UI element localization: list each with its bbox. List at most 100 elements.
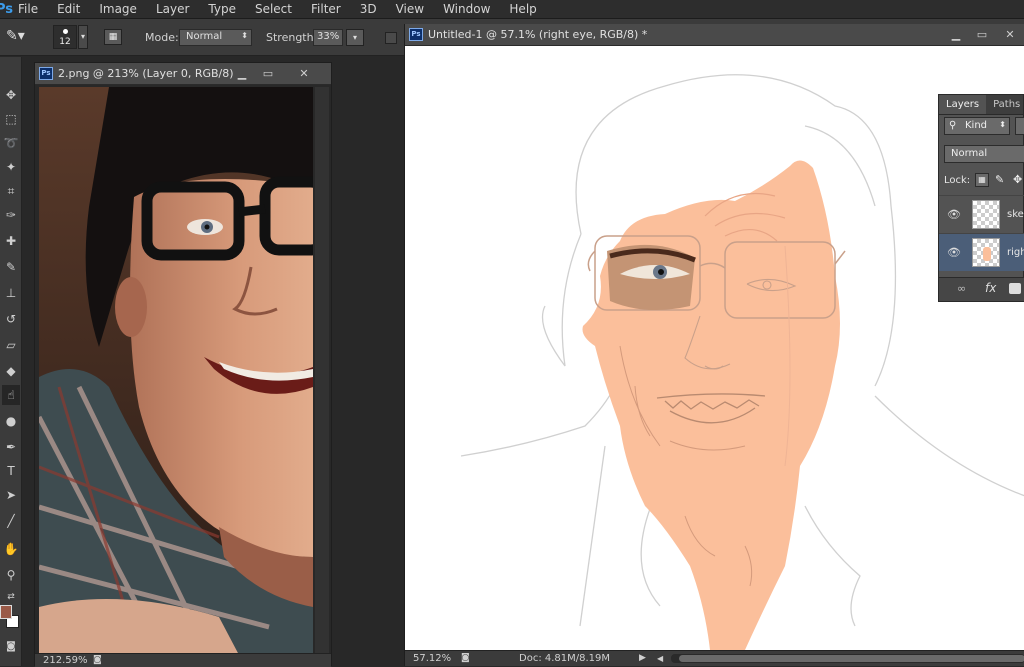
crop-tool-icon[interactable]: ⌗	[2, 181, 20, 201]
left-zoom-level[interactable]: 212.59%	[43, 654, 88, 667]
marquee-tool-icon[interactable]: ⬚	[2, 109, 20, 129]
layer-row-right-eye[interactable]: 👁 righ	[939, 233, 1024, 271]
menu-select[interactable]: Select	[255, 2, 292, 16]
eyedropper-tool-icon[interactable]: ✑	[2, 205, 20, 225]
smudge-tool-icon[interactable]: ✎▾	[6, 28, 32, 46]
ps-file-icon: Ps	[409, 28, 423, 41]
left-document-title: 2.png @ 213% (Layer 0, RGB/8)	[58, 67, 234, 80]
horizontal-scrollbar[interactable]	[671, 654, 1024, 663]
quick-mask-icon[interactable]: ◙	[2, 637, 20, 657]
menu-bar: Ps File Edit Image Layer Type Select Fil…	[0, 0, 1024, 19]
strength-input[interactable]: 33%	[313, 29, 343, 46]
clone-stamp-tool-icon[interactable]: ⊥	[2, 283, 20, 303]
brush-tool-icon[interactable]: ✎	[2, 257, 20, 277]
layers-panel-tabs: Layers Paths	[939, 95, 1023, 115]
menu-file[interactable]: File	[18, 2, 38, 16]
maximize-button[interactable]: ▭	[255, 63, 281, 85]
reference-photo-image	[39, 87, 313, 655]
lock-position-icon[interactable]: ✥	[1013, 173, 1022, 186]
link-layers-icon[interactable]: ∞	[957, 282, 966, 295]
mode-select[interactable]: Normal ⬍	[179, 29, 252, 46]
menu-layer[interactable]: Layer	[156, 2, 189, 16]
status-info-icon[interactable]: ◙	[461, 652, 470, 665]
layers-footer: ∞ fx	[939, 277, 1024, 301]
brush-preset-picker[interactable]: 12	[53, 25, 77, 49]
tab-paths[interactable]: Paths	[986, 95, 1024, 114]
mode-label: Mode:	[145, 31, 179, 44]
right-document-title: Untitled-1 @ 57.1% (right eye, RGB/8) *	[428, 28, 648, 41]
healing-brush-tool-icon[interactable]: ✚	[2, 231, 20, 251]
brush-preset-arrow[interactable]: ▾	[78, 25, 88, 49]
right-document-titlebar[interactable]: Ps Untitled-1 @ 57.1% (right eye, RGB/8)…	[405, 24, 1024, 46]
sample-all-layers-checkbox[interactable]	[385, 32, 397, 44]
artwork-canvas[interactable]	[405, 46, 1024, 650]
menu-image[interactable]: Image	[99, 2, 137, 16]
strength-label: Strength:	[266, 31, 318, 44]
scroll-left-arrow-icon[interactable]: ◀	[657, 652, 663, 665]
lock-label: Lock:	[944, 175, 971, 186]
close-button[interactable]: ✕	[291, 63, 317, 85]
layer-thumbnail	[972, 200, 1000, 229]
visibility-eye-icon[interactable]: 👁	[947, 208, 961, 221]
search-icon: ⚲	[949, 120, 957, 131]
lasso-tool-icon[interactable]: ➰	[2, 133, 20, 153]
left-document-window: Ps 2.png @ 213% (Layer 0, RGB/8) ▁ ▭ ✕ 2…	[34, 62, 332, 667]
right-zoom-level[interactable]: 57.12%	[413, 652, 451, 665]
layer-filter-kind-select[interactable]: ⚲ Kind ⬍	[944, 117, 1010, 135]
left-doc-vertical-scrollbar[interactable]	[315, 87, 329, 655]
add-mask-icon[interactable]	[1009, 283, 1021, 294]
dodge-tool-icon[interactable]: ●	[2, 411, 20, 431]
strength-dropdown-arrow[interactable]: ▾	[346, 29, 364, 46]
minimize-button[interactable]: ▁	[943, 24, 969, 46]
menu-window[interactable]: Window	[443, 2, 490, 16]
layer-style-fx-icon[interactable]: fx	[985, 281, 996, 295]
right-document-window: Ps Untitled-1 @ 57.1% (right eye, RGB/8)…	[404, 24, 1024, 666]
brush-size-value: 12	[59, 37, 71, 47]
brush-dot-icon	[63, 29, 68, 34]
status-menu-arrow-icon[interactable]: ▶	[639, 652, 646, 665]
left-document-titlebar[interactable]: Ps 2.png @ 213% (Layer 0, RGB/8) ▁ ▭ ✕	[35, 63, 331, 85]
magic-wand-tool-icon[interactable]: ✦	[2, 157, 20, 177]
reference-photo-canvas[interactable]	[39, 87, 313, 655]
lock-transparent-pixels-icon[interactable]: ▦	[975, 173, 989, 187]
paint-bucket-tool-icon[interactable]: ◆	[2, 361, 20, 381]
type-tool-icon[interactable]: T	[2, 461, 20, 481]
foreground-color-swatch[interactable]	[0, 605, 12, 619]
status-info-icon[interactable]: ◙	[93, 654, 102, 667]
right-document-statusbar: 57.12% ◙ Doc: 4.81M/8.19M ▶ ◀	[405, 650, 1024, 666]
history-brush-tool-icon[interactable]: ↺	[2, 309, 20, 329]
pen-tool-icon[interactable]: ✒	[2, 437, 20, 457]
menu-help[interactable]: Help	[509, 2, 536, 16]
tab-layers[interactable]: Layers	[939, 95, 987, 114]
layer-blend-mode-select[interactable]: Normal	[944, 145, 1024, 163]
layers-panel: Layers Paths ⚲ Kind ⬍ Normal Lock: ▦ ✎ ✥…	[938, 94, 1024, 302]
menu-view[interactable]: View	[396, 2, 424, 16]
brush-panel-toggle-icon[interactable]: ▦	[104, 29, 122, 45]
zoom-tool-icon[interactable]: ⚲	[2, 565, 20, 585]
menu-filter[interactable]: Filter	[311, 2, 341, 16]
ps-file-icon: Ps	[39, 67, 53, 80]
layer-thumbnail	[972, 238, 1000, 267]
left-document-statusbar: 212.59% ◙	[35, 653, 331, 667]
move-tool-icon[interactable]: ✥	[2, 85, 20, 105]
layer-filter-type-icon[interactable]	[1015, 117, 1024, 135]
eraser-tool-icon[interactable]: ▱	[2, 335, 20, 355]
menu-3d[interactable]: 3D	[360, 2, 377, 16]
line-tool-icon[interactable]: ╱	[2, 511, 20, 531]
path-selection-tool-icon[interactable]: ➤	[2, 485, 20, 505]
layer-name: sket	[1007, 209, 1024, 220]
chevron-updown-icon: ⬍	[999, 120, 1006, 129]
layer-row-sketch[interactable]: 👁 sket	[939, 195, 1024, 233]
lock-image-pixels-icon[interactable]: ✎	[995, 173, 1004, 186]
menu-edit[interactable]: Edit	[57, 2, 80, 16]
artwork-illustration	[460, 74, 1024, 650]
smudge-tool-icon[interactable]: ☝	[2, 385, 20, 405]
visibility-eye-icon[interactable]: 👁	[947, 246, 961, 259]
hand-tool-icon[interactable]: ✋	[2, 539, 20, 559]
maximize-button[interactable]: ▭	[969, 24, 995, 46]
menu-type[interactable]: Type	[208, 2, 236, 16]
horizontal-scroll-thumb[interactable]	[679, 655, 1024, 662]
close-button[interactable]: ✕	[997, 24, 1023, 46]
swap-colors-icon[interactable]: ⇄	[2, 587, 20, 607]
minimize-button[interactable]: ▁	[229, 63, 255, 85]
